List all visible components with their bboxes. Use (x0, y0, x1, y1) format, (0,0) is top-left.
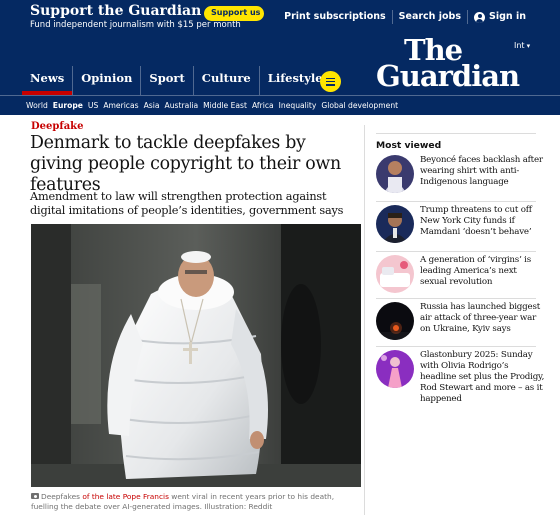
beyonce-thumb (376, 155, 414, 193)
article-headline: Denmark to tackle deepfakes by giving pe… (30, 133, 341, 195)
person-icon (474, 11, 485, 23)
support-title[interactable]: Support the Guardian (30, 3, 201, 19)
most-viewed-divider (376, 298, 536, 299)
pillar-culture[interactable]: Culture (192, 66, 259, 95)
concert-thumb-image (376, 350, 414, 388)
beyonce-thumb-image (376, 155, 414, 193)
support-us-label: Support us (211, 8, 261, 17)
most-viewed-item[interactable]: Trump threatens to cut off New York City… (376, 201, 546, 251)
most-viewed-title: Most viewed (376, 140, 442, 151)
concert-thumb (376, 350, 414, 388)
pillar-opinion[interactable]: Opinion (72, 66, 140, 95)
support-us-button[interactable]: Support us → (204, 6, 271, 21)
menu-button[interactable] (320, 71, 341, 92)
logo-guardian: Guardian (376, 59, 520, 93)
column-divider (364, 125, 365, 515)
support-banner: Support the Guardian Fund independent jo… (0, 0, 560, 33)
most-viewed-item[interactable]: A generation of ‘virgins’ is leading Ame… (376, 251, 546, 301)
night-sky-thumb-image (376, 302, 414, 340)
sign-in-link[interactable]: Sign in (467, 10, 532, 24)
most-viewed-divider (376, 251, 536, 252)
subnav-australia[interactable]: Australia (165, 101, 199, 110)
pope-puffer-illustration (31, 224, 361, 487)
masthead: Int The Guardian News Opinion Sport Cult… (0, 33, 560, 95)
most-viewed-headline: A generation of ‘virgins’ is leading Ame… (420, 255, 532, 287)
hero-image (31, 224, 361, 487)
article-kicker[interactable]: Deepfake (31, 121, 83, 132)
most-viewed-divider (376, 346, 536, 347)
menu-icon-line (326, 84, 335, 86)
subnav-us[interactable]: US (88, 101, 98, 110)
subnav-europe[interactable]: Europe (53, 101, 83, 110)
most-viewed-item[interactable]: Beyoncé faces backlash after wearing shi… (376, 155, 546, 201)
caption-pope-francis-link[interactable]: of the late Pope Francis (82, 492, 169, 501)
most-viewed-item[interactable]: Russia has launched biggest air attack o… (376, 298, 546, 348)
image-caption: Deepfakes of the late Pope Francis went … (31, 492, 361, 512)
subnav-americas[interactable]: Americas (103, 101, 138, 110)
article-standfirst: Amendment to law will strengthen protect… (30, 190, 344, 217)
subnav-inequality[interactable]: Inequality (279, 101, 317, 110)
caption-prefix: Deepfakes (41, 492, 83, 501)
guardian-logo[interactable]: The Guardian (376, 36, 520, 93)
bed-thumb-image (376, 255, 414, 293)
most-viewed-item[interactable]: Glastonbury 2025: Sunday with Olivia Rod… (376, 346, 546, 404)
search-jobs-link[interactable]: Search jobs (391, 10, 467, 24)
sign-in-label: Sign in (489, 11, 526, 22)
arrow-right-icon: → (263, 8, 271, 18)
menu-icon-line (326, 80, 335, 83)
print-subscriptions-link[interactable]: Print subscriptions (278, 10, 392, 24)
subnav-asia[interactable]: Asia (144, 101, 160, 110)
pillar-news[interactable]: News (22, 66, 73, 95)
support-subtitle: Fund independent journalism with $15 per… (30, 20, 241, 30)
pillar-sport[interactable]: Sport (140, 66, 192, 95)
most-viewed-headline: Trump threatens to cut off New York City… (420, 205, 532, 237)
trump-mamdani-thumb (376, 205, 414, 243)
subnav-africa[interactable]: Africa (252, 101, 274, 110)
top-links: Print subscriptions Search jobs Sign in (278, 10, 532, 24)
subnav-middle-east[interactable]: Middle East (203, 101, 247, 110)
most-viewed-divider (376, 201, 536, 202)
menu-icon-line (326, 77, 335, 79)
subnav-global-development[interactable]: Global development (321, 101, 398, 110)
sub-nav: World Europe US Americas Asia Australia … (0, 95, 560, 115)
most-viewed-headline: Beyoncé faces backlash after wearing shi… (420, 155, 543, 187)
subnav-world[interactable]: World (26, 101, 48, 110)
most-viewed-headline: Glastonbury 2025: Sunday with Olivia Rod… (420, 350, 545, 404)
night-sky-thumb (376, 302, 414, 340)
bed-thumb (376, 255, 414, 293)
pillar-nav: News Opinion Sport Culture Lifestyle (22, 66, 331, 95)
camera-icon (31, 493, 39, 499)
trump-mamdani-thumb-image (376, 205, 414, 243)
most-viewed-rule (376, 133, 536, 134)
most-viewed-headline: Russia has launched biggest air attack o… (420, 302, 540, 334)
